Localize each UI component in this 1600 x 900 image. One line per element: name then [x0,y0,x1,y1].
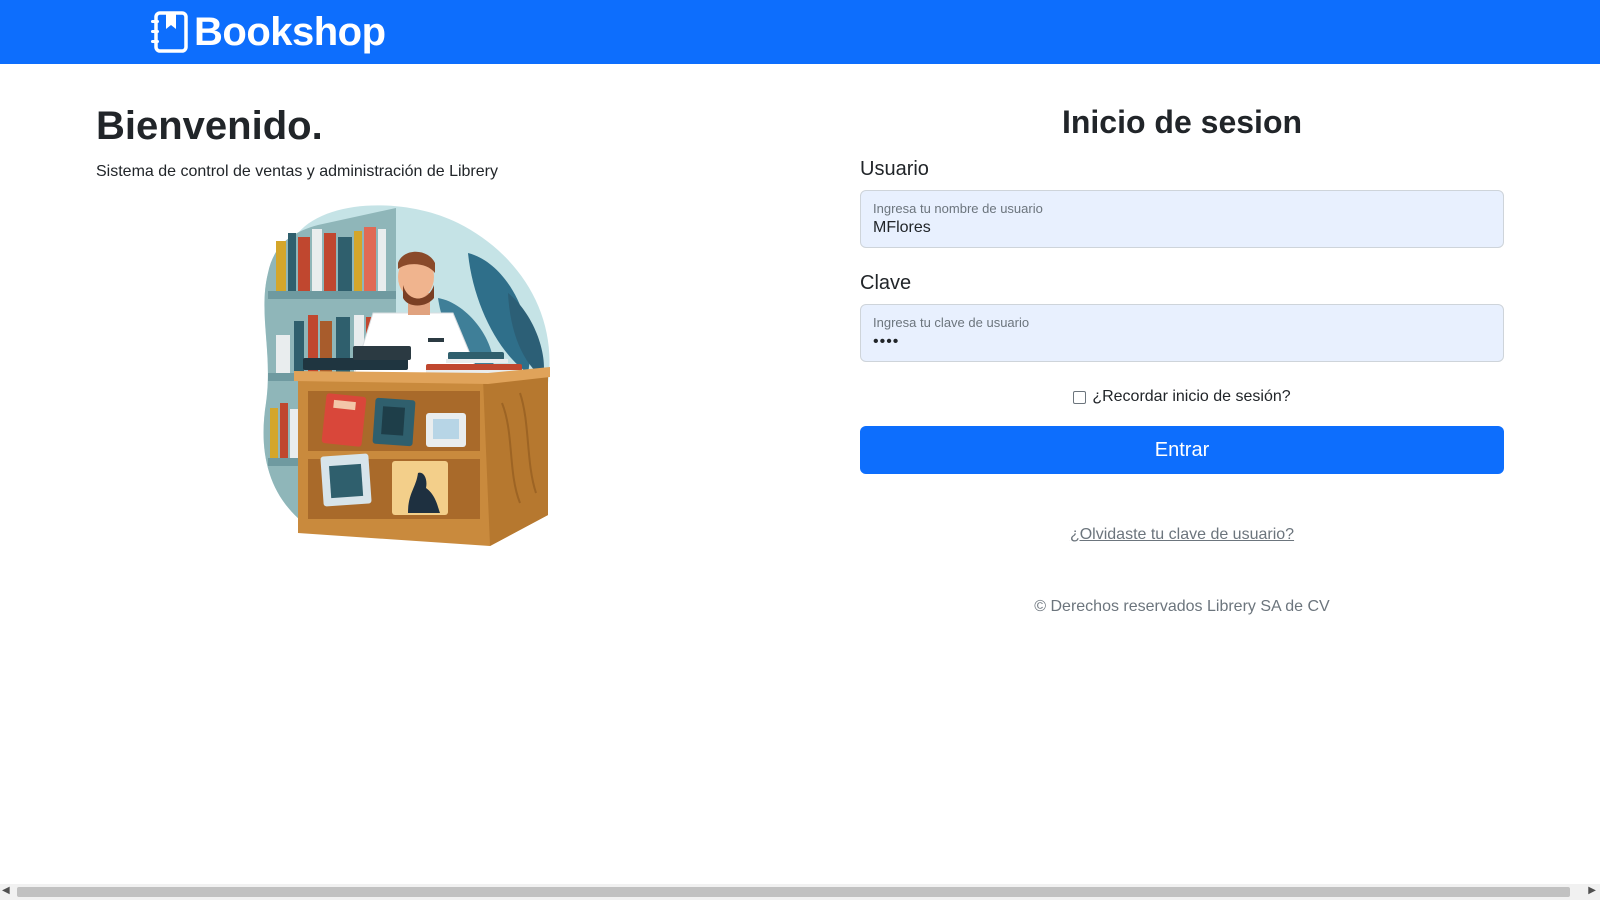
notebook-bookmark-icon [151,11,188,53]
username-label: Usuario [860,158,929,180]
forgot-password-link[interactable]: ¿Olvidaste tu clave de usuario? [860,526,1504,544]
username-value: MFlores [873,219,931,236]
remember-label[interactable]: ¿Recordar inicio de sesión? [1092,388,1290,406]
navbar: Bookshop [0,0,1600,64]
brand-link[interactable]: Bookshop [150,8,386,56]
welcome-heading: Bienvenido. [96,104,323,148]
brand-name: Bookshop [194,9,386,54]
welcome-subtitle: Sistema de control de ventas y administr… [96,163,498,180]
username-input[interactable]: Ingresa tu nombre de usuario MFlores [860,190,1504,248]
scroll-right-icon[interactable]: ▶ [1588,885,1596,896]
password-placeholder: Ingresa tu clave de usuario [873,315,1030,330]
password-label: Clave [860,272,912,294]
login-button-label: Entrar [1154,438,1210,461]
scrollbar-thumb[interactable] [17,887,1570,897]
remember-checkbox[interactable] [1073,390,1087,404]
login-title: Inicio de sesion [1061,104,1303,140]
password-input[interactable]: Ingresa tu clave de usuario •••• [860,304,1504,362]
username-placeholder: Ingresa tu nombre de usuario [873,201,1043,216]
copyright-text: © Derechos reservados Librery SA de CV [1034,598,1330,615]
password-value: •••• [873,333,900,350]
login-button[interactable]: Entrar [860,426,1504,474]
scroll-left-icon[interactable]: ◀ [2,885,10,896]
bookseller-illustration [263,205,550,546]
horizontal-scrollbar[interactable]: ◀ ▶ [0,884,1600,900]
remember-me[interactable]: ¿Recordar inicio de sesión? [860,388,1504,406]
